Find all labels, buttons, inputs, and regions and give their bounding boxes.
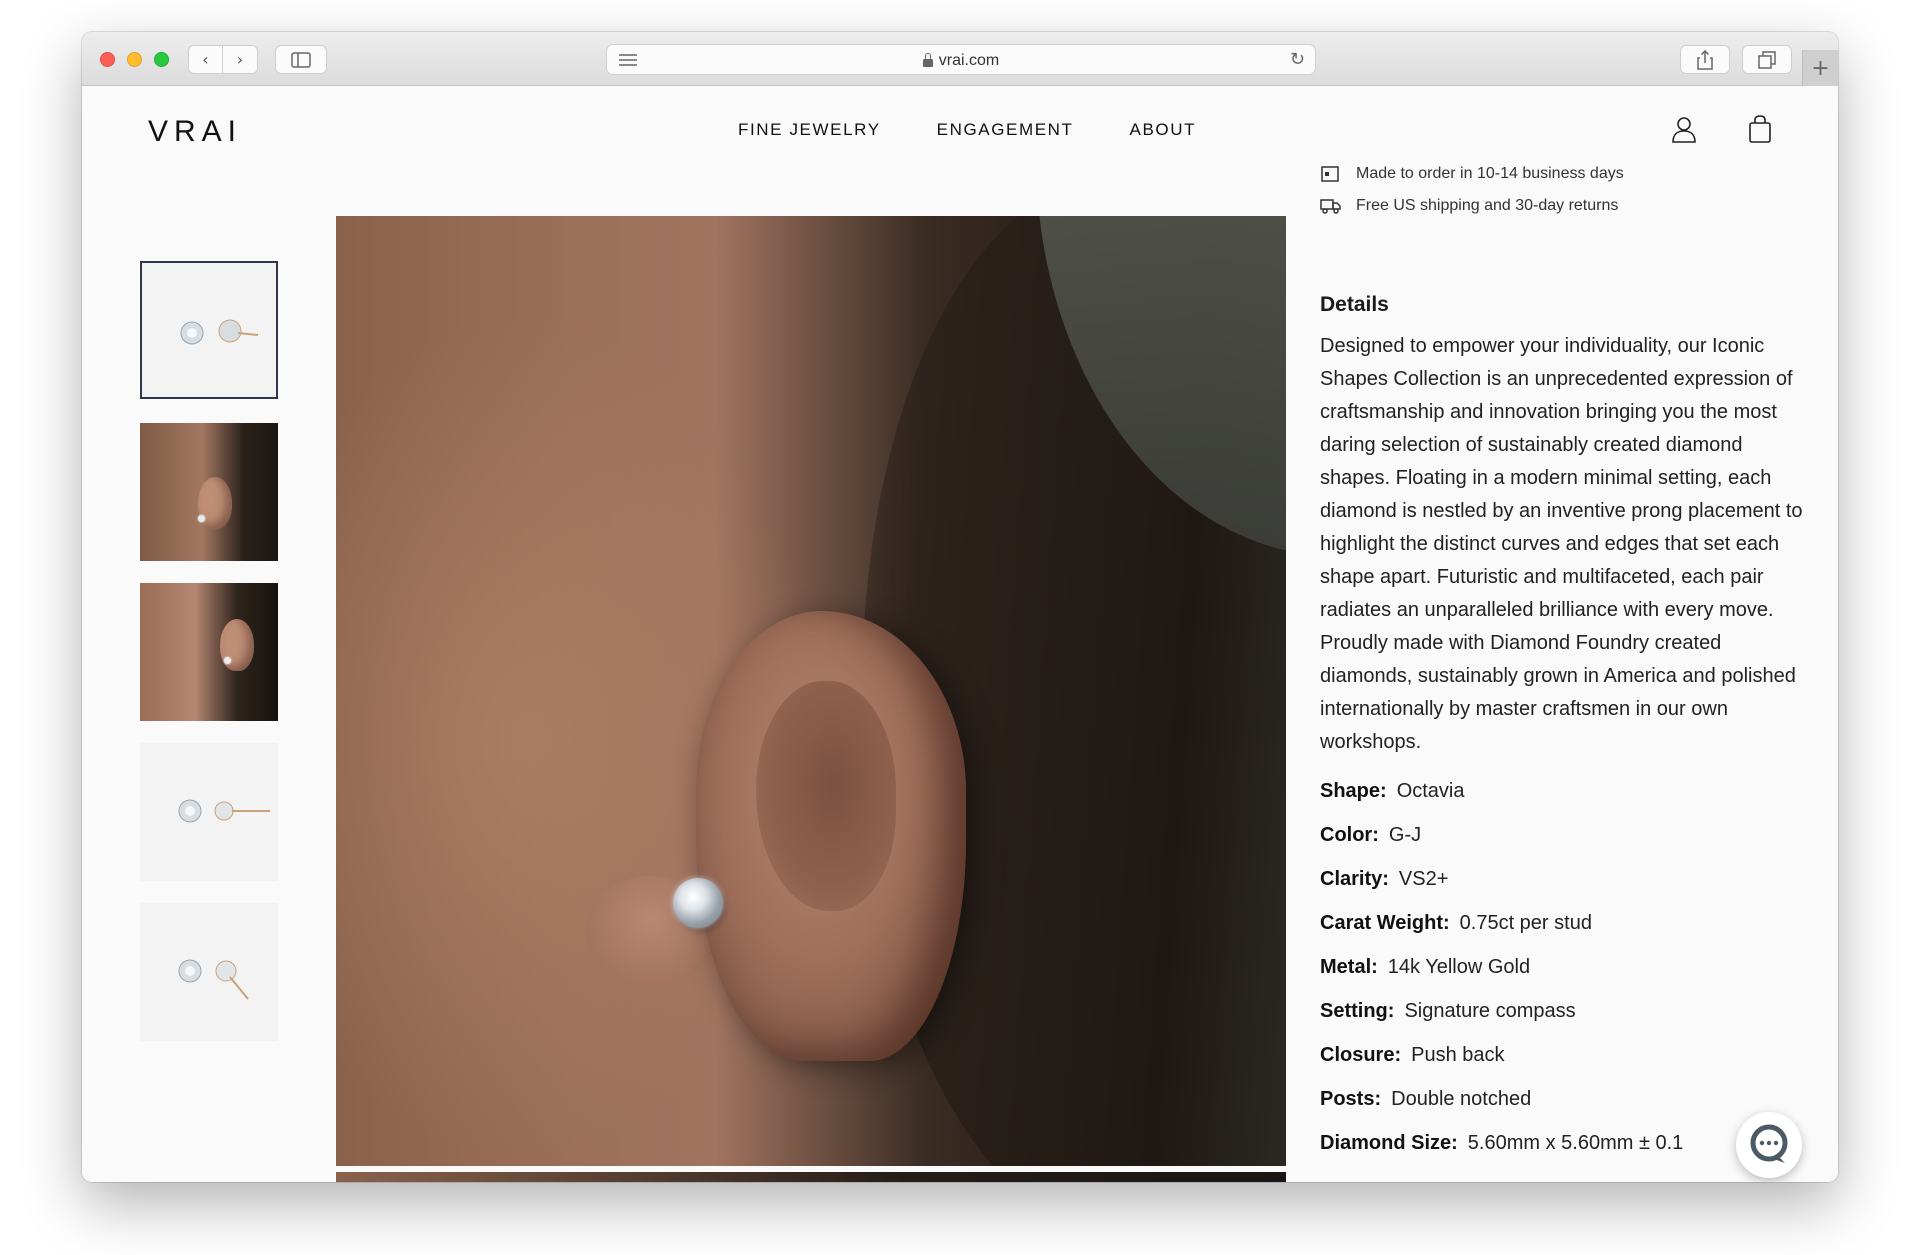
chevron-left-icon: ‹ [202,50,209,69]
zoom-window-button[interactable] [154,52,169,67]
spec-row: Setting: Signature compass [1320,1000,1576,1022]
product-image-2[interactable] [336,1172,1286,1182]
url-text: vrai.com [938,51,1000,69]
thumbnail-product-side[interactable] [140,743,278,881]
lock-icon [922,52,933,67]
new-tab-button[interactable]: + [1802,50,1838,86]
spec-row: Clarity: VS2+ [1320,868,1449,890]
earring-pair-icon [180,319,259,345]
close-window-button[interactable] [100,52,115,67]
share-button[interactable] [1680,45,1730,74]
details-description: Designed to empower your individuality, … [1320,335,1803,753]
feature-free-shipping: Free US shipping and 30-day returns [1320,197,1618,215]
reload-icon[interactable]: ↻ [1290,49,1305,70]
details-heading: Details [1320,293,1389,316]
spec-row: Carat Weight: 0.75ct per stud [1320,912,1592,934]
spec-row: Shape: Octavia [1320,780,1465,802]
chat-button[interactable] [1736,1112,1802,1178]
share-icon [1697,49,1713,70]
thumbnail-model-side-2[interactable] [140,583,278,721]
earring-side-icon [178,799,270,823]
back-button[interactable]: ‹ [188,45,223,74]
spec-row: Color: G-J [1320,824,1422,846]
forward-button[interactable]: › [223,45,258,74]
spec-list: Shape: Octavia Color: G-J Clarity: VS2+ Car… [1320,780,1820,1176]
sidebar-toggle-button[interactable] [275,45,327,74]
earring-angle-icon [178,959,249,1000]
sidebar-icon [291,51,311,68]
model-ear [696,611,966,1061]
user-icon[interactable] [1669,114,1699,144]
minimize-window-button[interactable] [127,52,142,67]
tabs-icon [1758,50,1776,69]
truck-icon [1320,199,1341,214]
nav-engagement[interactable]: ENGAGEMENT [937,120,1074,140]
spec-row: Closure: Push back [1320,1044,1505,1066]
calendar-icon [1321,166,1339,182]
spec-row: Metal: 14k Yellow Gold [1320,956,1531,978]
browser-window: ‹ › vrai.com ↻ + VRAI FINE JEWELRY ENGAG… [82,32,1838,1182]
feature-text: Made to order in 10-14 business days [1356,165,1624,182]
chevron-right-icon: › [236,50,244,69]
tab-overview-button[interactable] [1742,45,1792,74]
nav-about[interactable]: ABOUT [1130,120,1197,140]
vrai-logo[interactable]: VRAI [148,115,242,149]
address-bar[interactable]: vrai.com ↻ [606,44,1316,75]
diamond-stud [673,878,723,928]
product-hero-image[interactable] [336,216,1286,1166]
main-nav: FINE JEWELRY ENGAGEMENT ABOUT [738,120,1196,140]
browser-toolbar: ‹ › vrai.com ↻ + [82,32,1838,86]
bag-icon[interactable] [1745,114,1775,144]
thumbnail-product-angle[interactable] [140,903,278,1041]
chat-bubble-icon [1750,1124,1788,1163]
web-page: VRAI FINE JEWELRY ENGAGEMENT ABOUT Made … [82,87,1838,1182]
feature-text: Free US shipping and 30-day returns [1356,197,1619,214]
thumbnail-model-side[interactable] [140,423,278,561]
plus-icon: + [1811,55,1830,81]
nav-fine-jewelry[interactable]: FINE JEWELRY [738,120,881,140]
feature-made-to-order: Made to order in 10-14 business days [1320,165,1624,183]
thumbnail-product-top[interactable] [140,261,278,399]
